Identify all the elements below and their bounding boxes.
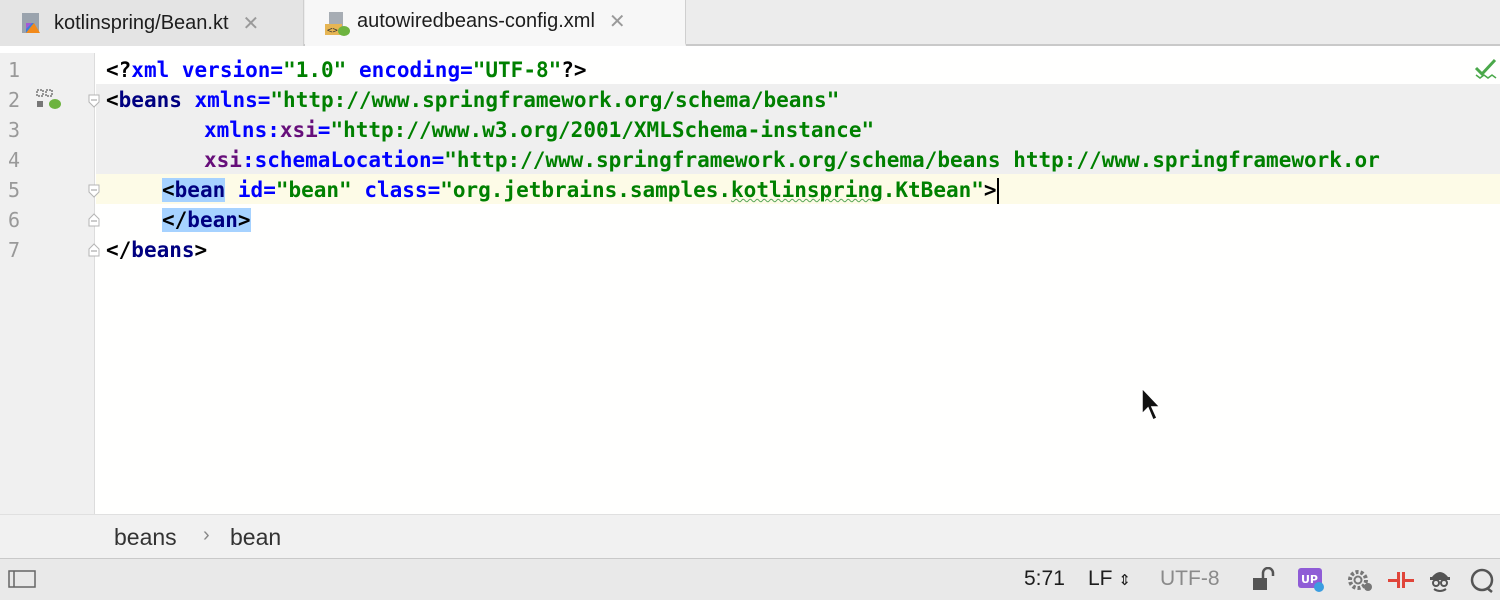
tab-autowiredbeans-config[interactable]: <> autowiredbeans-config.xml ✕ — [305, 0, 686, 46]
close-icon[interactable]: ✕ — [243, 11, 260, 36]
fold-marker-icon[interactable] — [88, 213, 100, 227]
line-number: 4 — [8, 148, 21, 172]
breadcrumb-separator: › — [203, 524, 210, 546]
breadcrumb: beans › bean — [0, 514, 1500, 558]
caret-position[interactable]: 5:71 — [1024, 567, 1065, 591]
breadcrumb-item-bean[interactable]: bean — [230, 524, 281, 551]
code-line-7: </beans> — [106, 238, 208, 262]
code-line-2: <beans xmlns="http://www.springframework… — [106, 88, 840, 112]
kotlin-file-icon — [20, 11, 44, 35]
editor-gutter[interactable]: 1 2 3 4 5 6 7 — [0, 53, 100, 514]
notifications-icon[interactable] — [1468, 567, 1494, 593]
code-line-1: <?xml version="1.0" encoding="UTF-8"?> — [106, 58, 587, 82]
code-line-5: <bean id="bean" class="org.jetbrains.sam… — [162, 178, 999, 204]
line-separator-selector[interactable]: LF ⇕ — [1088, 567, 1131, 591]
line-number: 7 — [8, 238, 21, 262]
spring-icon[interactable] — [1387, 567, 1414, 593]
code-editor[interactable]: 1 2 3 4 5 6 7 <?xml version="1.0" encodi… — [0, 53, 1500, 514]
tab-bean-kt[interactable]: kotlinspring/Bean.kt ✕ — [0, 0, 304, 46]
status-bar: 5:71 LF ⇕ UTF-8 UP — [0, 558, 1500, 600]
spring-bean-gutter-icon[interactable] — [36, 89, 62, 111]
updown-arrow-icon: ⇕ — [1118, 572, 1131, 589]
code-line-6: </bean> — [162, 208, 251, 232]
upsource-icon[interactable]: UP — [1297, 567, 1324, 593]
line-number: 5 — [8, 178, 21, 202]
tab-label: autowiredbeans-config.xml — [357, 10, 595, 32]
text-caret — [996, 178, 999, 204]
svg-text:<>: <> — [327, 26, 338, 36]
code-line-3: xmlns:xsi="http://www.w3.org/2001/XMLSch… — [204, 118, 875, 142]
fold-marker-icon[interactable] — [88, 184, 100, 198]
line-number: 2 — [8, 88, 21, 112]
settings-gear-icon[interactable] — [1346, 567, 1372, 593]
line-number: 1 — [8, 58, 21, 82]
mouse-pointer-icon — [1140, 386, 1164, 423]
ok-check-icon[interactable] — [1474, 57, 1498, 79]
line-number: 3 — [8, 118, 21, 142]
line-number: 6 — [8, 208, 21, 232]
code-line-4: xsi:schemaLocation="http://www.springfra… — [204, 148, 1380, 172]
file-encoding-selector[interactable]: UTF-8 — [1160, 567, 1220, 591]
tool-window-toggle-icon[interactable] — [8, 569, 36, 589]
editor-tab-bar: kotlinspring/Bean.kt ✕ <> autowiredbeans… — [0, 0, 1500, 46]
fold-marker-icon[interactable] — [88, 243, 100, 257]
lock-open-icon[interactable] — [1250, 566, 1276, 593]
breadcrumb-item-beans[interactable]: beans — [114, 524, 177, 551]
tab-label: kotlinspring/Bean.kt — [54, 11, 229, 34]
inspector-icon[interactable] — [1427, 567, 1453, 593]
fold-marker-icon[interactable] — [88, 94, 100, 108]
spring-xml-file-icon: <> — [323, 10, 350, 36]
close-icon[interactable]: ✕ — [609, 9, 626, 34]
